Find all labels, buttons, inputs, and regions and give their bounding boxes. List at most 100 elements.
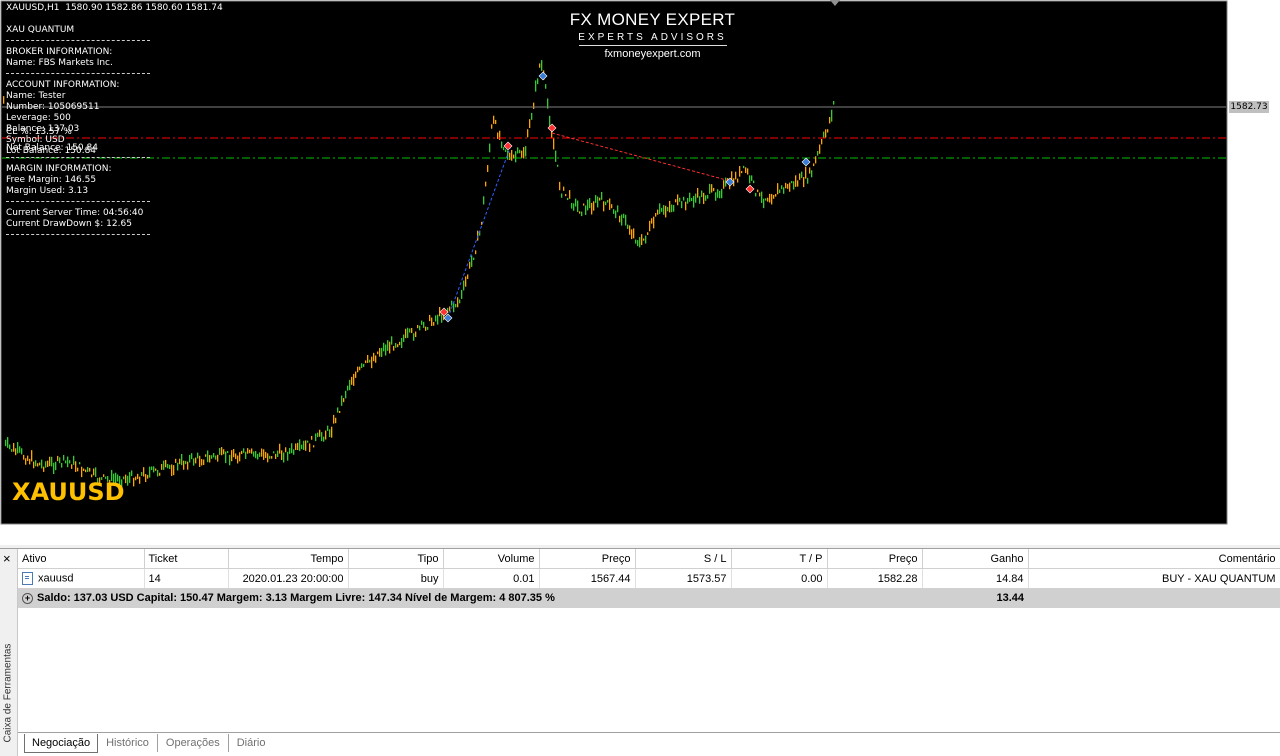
candle: [753, 180, 755, 184]
col-comentario[interactable]: Comentário: [1028, 549, 1280, 569]
candle: [473, 257, 475, 260]
candle: [357, 366, 359, 373]
price-tick-label: 1534.30: [1234, 263, 1272, 273]
candle: [569, 190, 571, 199]
candle: [517, 147, 519, 154]
tab-operacoes[interactable]: Operações: [158, 734, 229, 752]
price-chart[interactable]: [0, 0, 1280, 545]
candle: [373, 352, 375, 362]
candle: [655, 213, 657, 217]
candle: [141, 472, 143, 476]
candle: [527, 129, 529, 138]
candle: [297, 442, 299, 451]
table-row[interactable]: xauusd 14 2020.01.23 20:00:00 buy 0.01 1…: [18, 568, 1280, 588]
candle: [755, 192, 757, 197]
candle: [589, 198, 591, 209]
time-tick-label: 2 Jan 06:00: [450, 528, 502, 538]
col-ticket[interactable]: Ticket: [144, 549, 229, 569]
col-ganho[interactable]: Ganho: [922, 549, 1029, 569]
candle: [467, 274, 469, 279]
time-tick-label: 23 Dec 13:00: [323, 528, 384, 538]
candle: [461, 289, 463, 299]
candle: [501, 141, 503, 149]
candle: [187, 461, 189, 470]
time-tick-label: 3 Dec 2019: [2, 528, 54, 538]
candle: [71, 464, 73, 469]
candle: [405, 328, 407, 339]
candle: [401, 337, 403, 348]
tab-negociacao[interactable]: Negociação: [24, 734, 99, 753]
col-tp[interactable]: T / P: [731, 549, 828, 569]
chart-window[interactable]: XAUUSD,H1 1580.90 1582.86 1580.60 1581.7…: [0, 0, 1280, 545]
col-preco-atual[interactable]: Preço: [827, 549, 923, 569]
candle: [515, 151, 517, 163]
candle: [553, 137, 555, 150]
candle: [259, 452, 261, 457]
candle: [647, 232, 649, 235]
time-tick-label: 7 Jan 01:00: [514, 528, 566, 538]
candle: [665, 205, 667, 218]
candle: [593, 201, 595, 211]
brand-logo: FX MONEY EXPERT EXPERTS ADVISORS fxmoney…: [500, 10, 805, 60]
time-tick-label: 13 Dec 23:00: [194, 528, 255, 538]
candle: [815, 156, 817, 164]
plus-circle-icon[interactable]: +: [22, 592, 33, 604]
candle: [185, 460, 187, 465]
candle: [221, 447, 223, 456]
candle: [311, 435, 313, 440]
col-volume[interactable]: Volume: [443, 549, 540, 569]
candle: [79, 462, 81, 465]
toolbox-sidebar: × Caixa de Ferramentas: [0, 549, 18, 756]
tab-historico[interactable]: Histórico: [98, 734, 158, 752]
candle: [661, 207, 663, 212]
candle: [565, 194, 567, 197]
candle: [255, 451, 257, 459]
candle: [667, 207, 669, 212]
candle: [307, 440, 309, 443]
chart-shift-marker[interactable]: [830, 0, 840, 6]
brand-title: FX MONEY EXPERT: [569, 10, 736, 29]
candle: [709, 183, 711, 194]
col-preco[interactable]: Preço: [539, 549, 636, 569]
candle: [219, 447, 221, 455]
candle: [313, 445, 315, 448]
balance-summary-row[interactable]: + Saldo: 137.03 USD Capital: 150.47 Marge…: [18, 588, 1280, 608]
ea-name: XAU QUANTUM: [6, 25, 75, 35]
col-ativo[interactable]: Ativo: [18, 549, 145, 569]
candle: [713, 187, 715, 192]
cell-ganho: 14.84: [922, 568, 1029, 588]
candle: [243, 448, 245, 453]
account-name: Name: Tester: [6, 91, 66, 101]
candle: [13, 442, 15, 452]
col-tempo[interactable]: Tempo: [228, 549, 349, 569]
candle: [173, 465, 175, 476]
col-tipo[interactable]: Tipo: [348, 549, 444, 569]
candle: [595, 195, 597, 203]
candle: [17, 442, 19, 454]
candle: [621, 214, 623, 226]
tab-diario[interactable]: Diário: [229, 734, 274, 752]
candle: [149, 466, 151, 478]
candle: [789, 182, 791, 192]
candle: [425, 326, 427, 331]
candle: [737, 178, 739, 183]
candle: [389, 341, 391, 354]
candle: [193, 458, 195, 466]
candle: [363, 363, 365, 367]
candle: [309, 443, 311, 452]
candle: [67, 456, 69, 468]
candle: [545, 84, 547, 89]
summary-text-cell: + Saldo: 137.03 USD Capital: 150.47 Marge…: [18, 588, 922, 608]
candle: [367, 355, 369, 363]
candle: [339, 410, 341, 414]
candle: [669, 200, 671, 213]
col-sl[interactable]: S / L: [635, 549, 732, 569]
candle: [463, 280, 465, 291]
close-icon[interactable]: ×: [3, 552, 11, 565]
candle: [427, 326, 429, 330]
candle: [163, 460, 165, 470]
ativo-value: xauusd: [38, 572, 74, 585]
candle: [751, 175, 753, 181]
candle: [305, 440, 307, 451]
price-tick-label: 1495.50: [1234, 391, 1272, 401]
